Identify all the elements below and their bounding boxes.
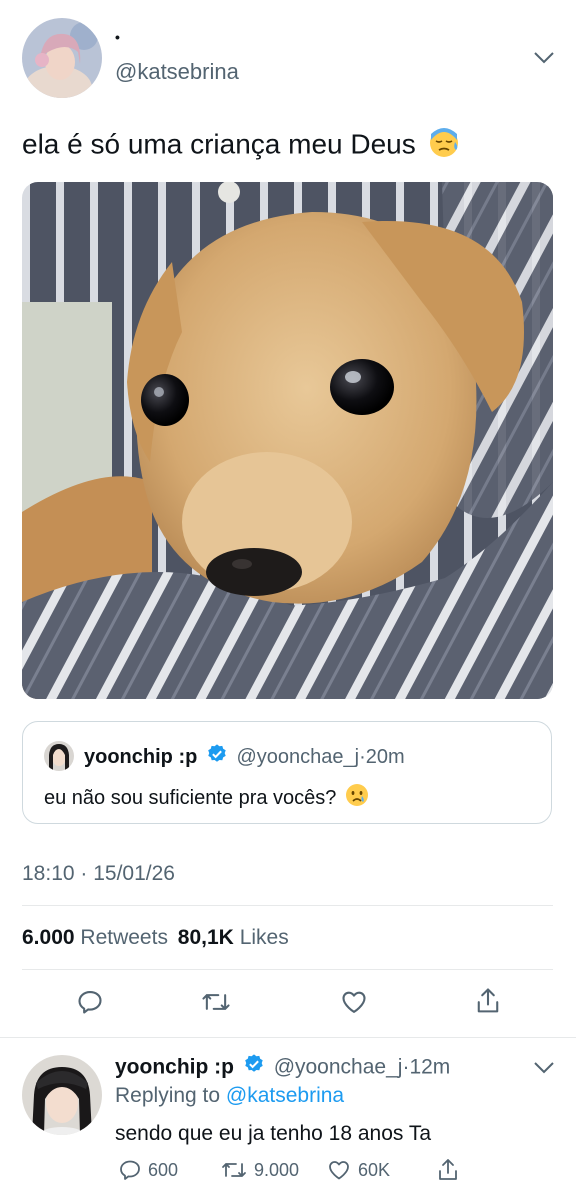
tweet-timestamp[interactable]: 18:10 · 15/01/26 [22,862,175,886]
replying-to-handle[interactable]: @katsebrina [226,1084,344,1107]
reply-replies-count: 600 [148,1159,179,1180]
retweet-icon[interactable] [198,986,234,1018]
quote-dot: · [359,745,366,768]
retweets-stat[interactable]: 6.000 Retweets [22,926,174,949]
reply-icon[interactable] [74,986,106,1018]
author-avatar[interactable] [22,18,102,98]
reply-reply-button[interactable]: 600 [118,1158,178,1182]
quote-time: 20m [365,745,405,768]
verified-badge-icon [243,1053,265,1083]
reply-share-icon[interactable] [434,1156,462,1184]
reply-time: 12m [409,1055,451,1079]
section-divider [0,1037,576,1038]
likes-count: 80,1K [177,926,234,949]
more-options-chevron-icon[interactable] [530,46,558,70]
share-icon[interactable] [472,984,504,1018]
quote-handle[interactable]: @yoonchae_j [236,746,359,768]
reply-more-options-chevron-icon[interactable] [530,1056,558,1080]
author-handle[interactable]: @katsebrina [115,59,239,85]
like-icon[interactable] [338,986,370,1018]
retweets-label: Retweets [80,926,168,949]
replying-to-label: Replying to [115,1084,221,1107]
like-icon [329,1161,349,1180]
reply-header: yoonchip :p @yoonchae_j·12m [115,1053,450,1083]
quote-text: eu não sou suficiente pra vocês? [44,783,369,814]
likes-label: Likes [239,926,289,949]
quote-header: yoonchip :p @yoonchae_j·20m [84,743,405,772]
reply-like-button[interactable]: 60K [326,1158,390,1182]
verified-badge-icon [206,743,228,772]
retweet-icon [222,1163,246,1177]
quote-author-avatar[interactable] [44,741,74,771]
author-display-name[interactable]: • [115,30,120,44]
crying-face-emoji [345,783,369,814]
reply-display-name[interactable]: yoonchip :p [115,1056,234,1079]
quote-text-content: eu não sou suficiente pra vocês? [44,786,337,809]
reply-retweet-button[interactable]: 9.000 [220,1158,299,1182]
replying-to: Replying to @katsebrina [115,1082,344,1110]
reply-author-avatar[interactable] [22,1055,102,1135]
reply-handle[interactable]: @yoonchae_j [274,1056,403,1079]
tweet-image-puppy[interactable] [22,182,553,699]
reply-retweets-count: 9.000 [254,1159,300,1180]
reply-text: sendo que eu ja tenho 18 anos Ta [115,1122,432,1145]
reply-likes-count: 60K [358,1159,391,1180]
quote-display-name[interactable]: yoonchip :p [84,746,197,768]
divider [22,905,553,906]
reply-icon [120,1160,140,1180]
tweet-stats: 6.000 Retweets 80,1K Likes [22,926,289,950]
tweet-text: ela é só uma criança meu Deus [22,126,460,166]
divider [22,969,553,970]
retweets-count: 6.000 [22,926,75,949]
downcast-sweat-emoji [428,126,460,166]
likes-stat[interactable]: 80,1K Likes [178,926,289,949]
tweet-text-content: ela é só uma criança meu Deus [22,128,416,160]
